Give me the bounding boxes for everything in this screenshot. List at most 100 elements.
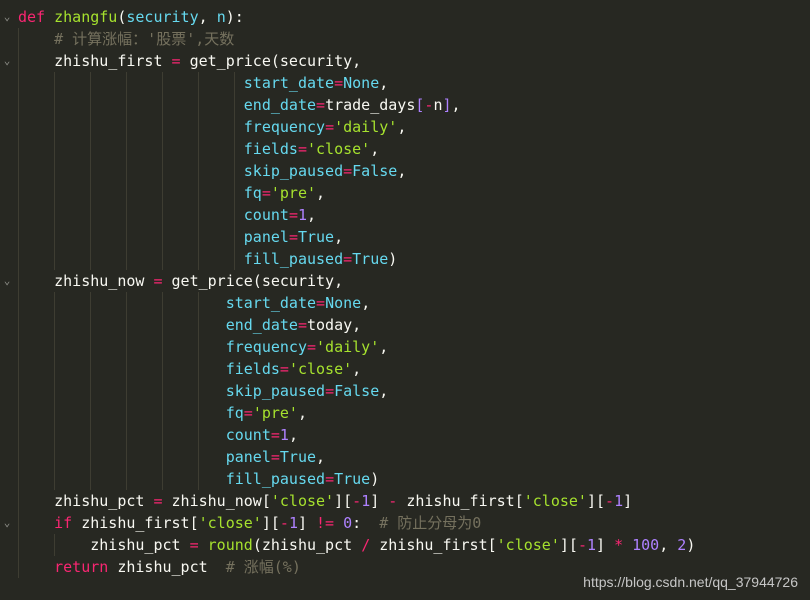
code-token: , [316, 184, 326, 202]
code-token: 'close' [523, 492, 587, 510]
code-text: zhishu_now = get_price(security, [18, 270, 343, 292]
code-token: 1 [279, 426, 289, 444]
code-token: True [352, 250, 389, 268]
code-token: = [153, 272, 163, 290]
code-token: = [334, 74, 344, 92]
code-token: None [325, 294, 362, 312]
code-token: = [279, 360, 289, 378]
code-token: = [288, 206, 298, 224]
fold-chevron-icon[interactable]: ⌄ [2, 270, 12, 292]
code-token: trade_days [325, 96, 416, 114]
fold-chevron-icon[interactable]: ⌄ [2, 512, 12, 534]
code-text: frequency='daily', [18, 336, 389, 358]
code-token: ) [370, 470, 380, 488]
code-text: # 计算涨幅：'股票',天数 [18, 28, 234, 50]
code-token: 'close' [288, 360, 353, 378]
fold-chevron-icon[interactable]: ⌄ [2, 50, 12, 72]
code-text: end_date=today, [18, 314, 361, 336]
code-token: ) [686, 536, 696, 554]
code-token: - [352, 492, 362, 510]
fold-chevron-icon[interactable]: ⌄ [2, 6, 12, 28]
code-token: / [361, 536, 371, 554]
code-token: 'pre' [252, 404, 298, 422]
code-token: , [361, 294, 371, 312]
code-token: round [207, 536, 253, 554]
code-token: = [288, 228, 298, 246]
code-text: if zhishu_first['close'][-1] != 0: # 防止分… [18, 512, 481, 534]
code-token: - [577, 536, 587, 554]
code-token: 'pre' [270, 184, 317, 202]
code-text: count=1, [18, 204, 316, 226]
code-token: ][ [334, 492, 353, 510]
code-token: zhishu_now[ [162, 492, 271, 510]
code-text: start_date=None, [18, 72, 389, 94]
code-token: False [352, 162, 398, 180]
code-token: = [325, 470, 335, 488]
code-token: False [334, 382, 380, 400]
code-token: ][ [586, 492, 606, 510]
code-token: 1 [614, 492, 624, 510]
code-token: def [18, 8, 55, 26]
code-text: fields='close', [18, 358, 361, 380]
code-token: - [605, 492, 615, 510]
code-token: get_price(security, [180, 52, 362, 70]
code-token: , [334, 228, 344, 246]
code-token: , [352, 360, 362, 378]
code-token: panel [225, 448, 271, 466]
code-token: , [659, 536, 678, 554]
code-token: - [388, 492, 398, 510]
code-token: , [379, 338, 389, 356]
code-text: panel=True, [18, 446, 325, 468]
code-token: # 计算涨幅：'股票',天数 [54, 30, 235, 48]
code-token: skip_paused [243, 162, 344, 180]
code-token: zhishu_first[ [370, 536, 497, 554]
code-token: fq [243, 184, 262, 202]
code-token: get_price(security, [162, 272, 344, 290]
code-token: True [334, 470, 371, 488]
code-token: (zhishu_pct [252, 536, 362, 554]
code-editor[interactable]: ⌄ def zhangfu(security, n): # 计算涨幅：'股票',天… [0, 0, 810, 600]
code-token: end_date [243, 96, 317, 114]
watermark-url: https://blog.csdn.net/qq_37944726 [583, 574, 798, 590]
code-token: 100 [632, 536, 660, 554]
code-token: ][ [559, 536, 578, 554]
code-token: None [343, 74, 380, 92]
code-token: 1 [586, 536, 596, 554]
code-token: , [307, 206, 317, 224]
code-text: zhishu_pct = round(zhishu_pct / zhishu_f… [18, 534, 695, 556]
code-token: zhishu_pct [18, 536, 190, 554]
code-token: ) [388, 250, 398, 268]
code-token: = [189, 536, 199, 554]
code-token: , [397, 162, 407, 180]
code-token: - [279, 514, 289, 532]
code-token: = [316, 96, 326, 114]
code-token: 2 [677, 536, 687, 554]
code-token: = [270, 448, 280, 466]
code-token: = [297, 140, 307, 158]
code-text: zhishu_pct = zhishu_now['close'][-1] - z… [18, 490, 632, 512]
code-token: n [216, 8, 226, 26]
code-token: = [243, 404, 253, 422]
code-token: , [316, 448, 326, 466]
code-token: ] [623, 492, 633, 510]
code-token: frequency [225, 338, 307, 356]
code-token: skip_paused [225, 382, 326, 400]
code-token: , [297, 404, 307, 422]
code-token: fields [225, 360, 280, 378]
code-token: ][ [261, 514, 280, 532]
code-token: , [370, 140, 380, 158]
